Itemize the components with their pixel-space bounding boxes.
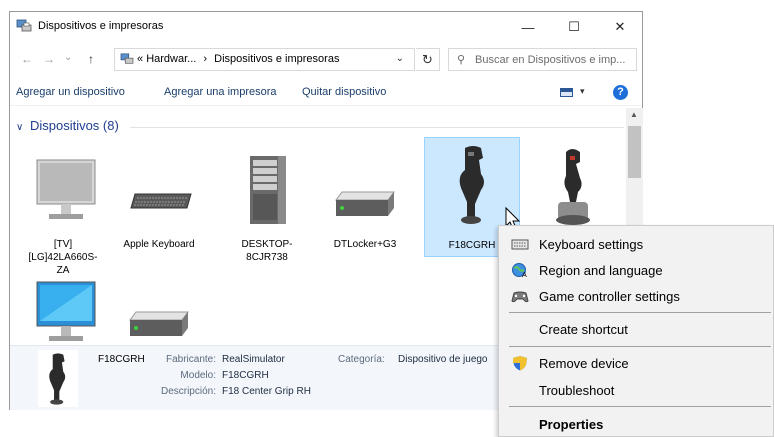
title-bar[interactable]: Dispositivos e impresoras — ☐ ✕ [10,12,642,42]
keyboard-icon [511,239,529,250]
menu-item-label: Region and language [539,263,663,278]
view-options-icon[interactable] [560,88,573,97]
add-device-button[interactable]: Agregar un dispositivo [16,86,125,98]
refresh-button[interactable]: ↻ [416,48,440,71]
device-label: DESKTOP-8CJR738 [241,239,293,263]
devices-printers-icon [16,19,32,32]
menu-item-create-shortcut[interactable]: Create shortcut [499,316,773,342]
menu-item-region-language[interactable]: A Region and language [499,257,773,283]
minimize-button[interactable]: — [505,12,551,42]
window-title: Dispositivos e impresoras [38,20,164,32]
breadcrumb-devices-printers[interactable]: Dispositivos e impresoras [214,53,339,65]
device-label: Apple Keyboard [123,239,195,250]
scroll-thumb[interactable] [628,126,641,178]
search-box[interactable]: ⚲ Buscar en Dispositivos e imp... [448,48,637,71]
menu-item-troubleshoot[interactable]: Troubleshoot [499,377,773,403]
tv-monitor-icon [36,159,96,219]
joystick-icon [459,146,484,224]
search-icon: ⚲ [457,54,466,66]
menu-item-game-controller[interactable]: Game controller settings [499,283,773,309]
keyboard-icon [130,193,192,209]
context-menu: Keyboard settings A Region and language … [498,225,774,437]
details-description: F18 Center Grip RH [222,386,311,397]
menu-separator [509,406,771,407]
menu-item-remove-device[interactable]: Remove device [499,350,773,376]
menu-item-properties[interactable]: Properties [499,411,773,437]
menu-item-label: Game controller settings [539,289,680,304]
joystick-icon [49,353,66,405]
device-item[interactable]: Apple Keyboard [120,146,198,270]
shield-icon [513,356,527,371]
details-category-label: Categoría: [338,354,385,365]
menu-item-label: Create shortcut [539,322,628,337]
address-bar-row: ← → ⌄ ↑ « Hardwar... › Dispositivos e im… [10,44,642,74]
menu-separator [509,346,771,347]
details-manufacturer-label: Fabricante: [165,354,216,365]
close-button[interactable]: ✕ [597,12,643,42]
gamepad-icon [511,291,529,303]
external-drive-icon [335,191,395,216]
back-button[interactable]: ← [21,52,33,66]
view-options-dropdown[interactable]: ▾ [580,86,585,97]
remove-device-button[interactable]: Quitar dispositivo [302,86,386,98]
address-dropdown-button[interactable]: ⌄ [396,53,404,64]
breadcrumb-separator[interactable]: › [203,53,207,65]
device-item[interactable]: [TV][LG]42LA660S-ZA [24,146,102,276]
details-category: Dispositivo de juego [398,354,488,365]
scroll-up-icon[interactable]: ▲ [630,110,638,119]
forward-button[interactable]: → [43,52,55,66]
breadcrumb-overflow[interactable]: « [137,53,143,65]
device-item[interactable] [120,272,198,344]
details-manufacturer: RealSimulator [222,354,285,365]
menu-item-label: Keyboard settings [539,237,644,252]
globe-language-icon: A [512,263,527,278]
monitor-icon [36,281,96,341]
recent-locations-button[interactable]: ⌄ [64,52,72,63]
help-icon[interactable]: ? [613,85,628,100]
details-description-label: Descripción: [160,386,216,397]
menu-item-label: Remove device [539,356,629,371]
search-input[interactable]: Buscar en Dispositivos e imp... [475,54,633,66]
breadcrumb-hardware[interactable]: Hardwar... [146,53,196,65]
device-item[interactable]: DTLocker+G3 [326,146,404,270]
menu-item-keyboard-settings[interactable]: Keyboard settings [499,231,773,257]
devices-printers-icon [120,53,134,64]
group-title: Dispositivos (8) [29,118,119,133]
details-model-label: Modelo: [180,370,216,381]
svg-text:A: A [522,271,527,278]
address-field[interactable]: « Hardwar... › Dispositivos e impresoras… [114,48,415,71]
breadcrumb: « Hardwar... › Dispositivos e impresoras [137,53,339,65]
details-device-name: F18CGRH [98,354,145,365]
up-button[interactable]: ↑ [88,52,94,66]
maximize-button[interactable]: ☐ [551,12,597,42]
command-bar: Agregar un dispositivo Agregar una impre… [10,80,642,106]
group-divider [130,127,624,128]
external-drive-icon [129,311,189,336]
menu-separator [509,312,771,313]
menu-item-label: Troubleshoot [539,383,615,398]
device-item[interactable]: DESKTOP-8CJR738 [228,146,306,270]
chevron-down-icon: ∨ [16,122,24,133]
add-printer-button[interactable]: Agregar una impresora [164,86,277,98]
computer-tower-icon [250,156,286,224]
details-thumbnail [38,350,78,407]
menu-item-label: Properties [539,417,604,432]
group-header-devices[interactable]: ∨ Dispositivos (8) [16,118,119,133]
details-model: F18CGRH [222,370,269,381]
joystick-throttle-icon [556,149,590,225]
device-item[interactable] [24,272,102,344]
device-label: DTLocker+G3 [333,239,397,250]
